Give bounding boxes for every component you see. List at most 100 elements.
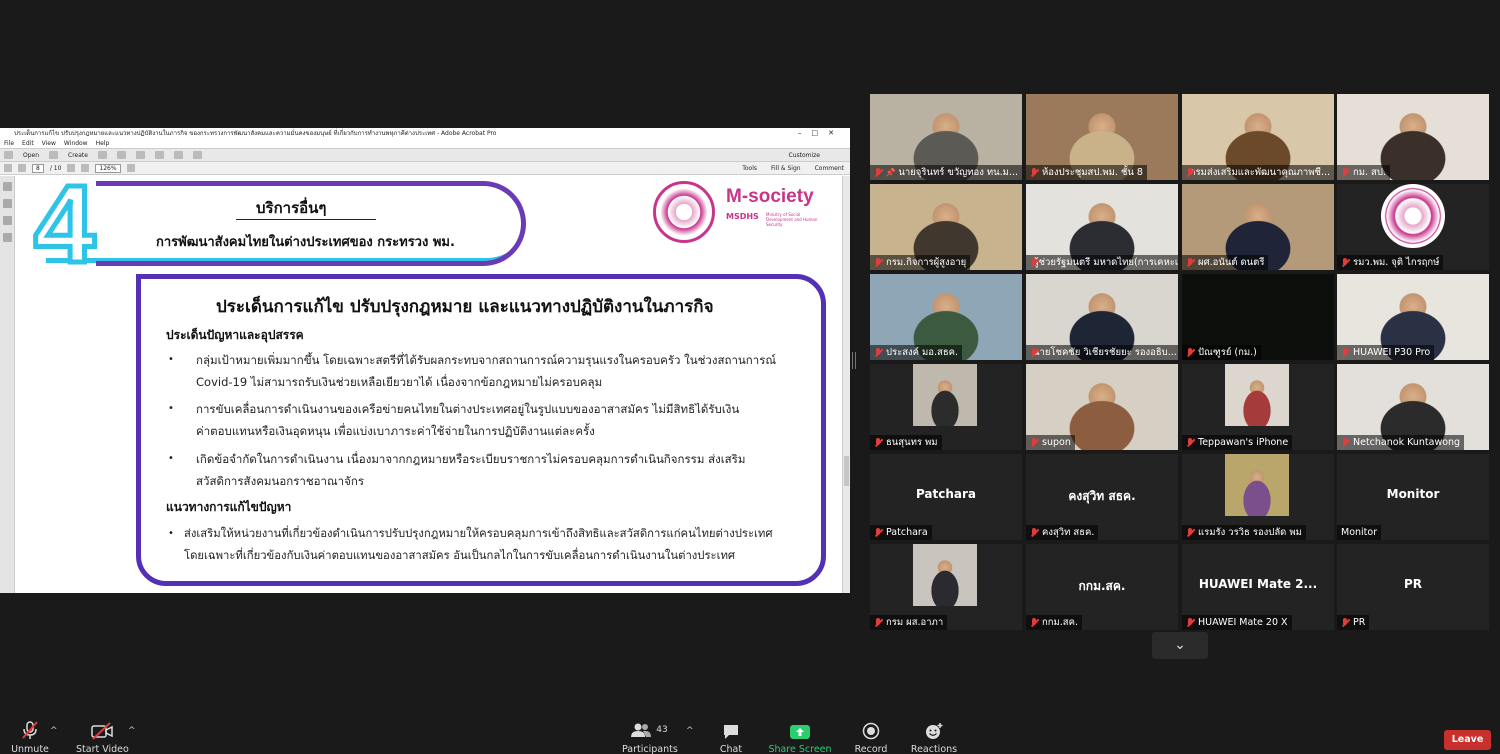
participant-name-label: รมว.พม. จุติ ไกรฤกษ์ <box>1337 255 1444 270</box>
participant-tile[interactable]: ธนสุนทร พม <box>870 364 1022 450</box>
participant-name: PR <box>1353 617 1366 628</box>
section-solutions-title: แนวทางการแก้ไขปัญหา <box>166 500 292 514</box>
ministry-seal-avatar <box>1381 184 1445 248</box>
customize-dropdown[interactable]: Customize <box>789 152 821 159</box>
participants-caret-icon[interactable]: ^ <box>686 726 694 736</box>
bookmarks-icon[interactable] <box>2 199 12 208</box>
settings-icon[interactable] <box>154 151 164 159</box>
participant-tile[interactable]: กกม.สค. กกม.สค. <box>1026 544 1178 630</box>
participant-name-label: Teppawan's iPhone <box>1182 435 1293 450</box>
menu-help[interactable]: Help <box>96 139 110 148</box>
fit-page-icon[interactable] <box>126 164 135 172</box>
participants-button[interactable]: 43 Participants <box>622 720 678 754</box>
participant-tile[interactable]: กรม.กิจการผู้สูงอายุ <box>870 184 1022 270</box>
participant-tile[interactable]: รมว.พม. จุติ ไกรฤกษ์ <box>1337 184 1489 270</box>
participant-name-label: กกม.สค. <box>1026 615 1082 630</box>
page-total: / 10 <box>49 164 62 172</box>
slide-number: 4 <box>31 176 97 286</box>
participant-tile[interactable]: supon <box>1026 364 1178 450</box>
save-icon[interactable] <box>97 151 107 159</box>
zoom-meeting-window: ประเด็นการแก้ไข ปรับปรุงกฎหมายและแนวทางป… <box>0 0 1500 754</box>
reactions-button[interactable]: Reactions <box>910 720 958 754</box>
participant-tile[interactable]: ห้องประชุมสป.พม. ชั้น 8 <box>1026 94 1178 180</box>
participant-tile[interactable]: Monitor Monitor <box>1337 454 1489 540</box>
create-icon[interactable] <box>49 151 59 159</box>
participant-video <box>913 364 977 426</box>
create-button[interactable]: Create <box>68 152 88 159</box>
tools-tab[interactable]: Tools <box>742 165 757 172</box>
stamp-icon[interactable] <box>192 151 202 159</box>
attachments-icon[interactable] <box>2 216 12 225</box>
print-icon[interactable] <box>116 151 126 159</box>
participant-tile[interactable]: แรมรัง วรวิธ รองปลัด พม <box>1182 454 1334 540</box>
zoom-out-icon[interactable] <box>67 164 76 172</box>
video-options-caret-icon[interactable]: ^ <box>128 726 136 736</box>
scrollbar-thumb[interactable] <box>844 456 849 486</box>
unmute-button[interactable]: Unmute <box>8 720 52 754</box>
participant-tile[interactable]: ปัณฑูรย์ (กม.) <box>1182 274 1334 360</box>
bullet-line: Covid-19 ไม่สามารถรับเงินช่วยเหลือเยียวย… <box>196 375 603 389</box>
signatures-icon[interactable] <box>2 233 12 242</box>
participant-tile[interactable]: กรมส่งเสริมและพัฒนาคุณภาพชี... <box>1182 94 1334 180</box>
header-subtitle: การพัฒนาสังคมไทยในต่างประเทศของ กระทรวง … <box>156 235 455 250</box>
participant-tile[interactable]: ผู้ช่วยรัฐมนตรี มหาดไทย(การเคหะแห่... <box>1026 184 1178 270</box>
participant-name-label: ห้องประชุมสป.พม. ชั้น 8 <box>1026 165 1147 180</box>
fill-sign-tab[interactable]: Fill & Sign <box>771 165 801 172</box>
audio-options-caret-icon[interactable]: ^ <box>50 726 58 736</box>
mic-muted-icon <box>874 347 883 358</box>
section-problems-title: ประเด็นปัญหาและอุปสรรค <box>166 328 304 342</box>
comment-icon[interactable] <box>173 151 183 159</box>
menu-file[interactable]: File <box>4 139 14 148</box>
vertical-scrollbar[interactable] <box>842 176 850 593</box>
open-folder-icon[interactable] <box>4 151 13 159</box>
header-title: บริการอื่นๆ <box>256 199 327 217</box>
reactions-icon <box>926 723 943 739</box>
participant-tile[interactable]: HUAWEI Mate 2... HUAWEI Mate 20 X <box>1182 544 1334 630</box>
participant-tile[interactable]: คงสุวิท สธค. คงสุวิท สธค. <box>1026 454 1178 540</box>
participant-name-label: PR <box>1337 615 1370 630</box>
zoom-in-icon[interactable] <box>81 164 90 172</box>
bullet-dot: • <box>168 528 174 539</box>
record-button[interactable]: Record <box>850 720 892 754</box>
share-screen-button[interactable]: Share Screen <box>768 720 832 754</box>
split-view-divider[interactable] <box>852 352 856 369</box>
open-button[interactable]: Open <box>23 152 39 159</box>
participant-tile[interactable]: 📌 นายจุรินทร์ ขวัญทอง ทน.ม... <box>870 94 1022 180</box>
window-controls[interactable]: –□✕ <box>798 128 844 139</box>
menu-edit[interactable]: Edit <box>22 139 34 148</box>
email-icon[interactable] <box>135 151 145 159</box>
participant-display-name: Monitor <box>1386 487 1440 501</box>
chat-button[interactable]: Chat <box>712 720 750 754</box>
participant-tile[interactable]: Patchara Patchara <box>870 454 1022 540</box>
next-page-icon[interactable] <box>18 164 26 172</box>
zoom-input[interactable]: 126% <box>95 163 121 173</box>
participant-tile[interactable]: กม. สป. <box>1337 94 1489 180</box>
participant-tile[interactable]: Teppawan's iPhone <box>1182 364 1334 450</box>
comment-tab[interactable]: Comment <box>815 165 844 172</box>
participant-tile[interactable]: นายโชคชัย วิเชียรชัยยะ รองอธิบ... <box>1026 274 1178 360</box>
page-number-input[interactable]: 8 <box>32 163 44 173</box>
participant-display-name: กกม.สค. <box>1078 579 1126 593</box>
participant-name: นายจุรินทร์ ขวัญทอง ทน.ม... <box>898 167 1018 178</box>
participant-tile[interactable]: HUAWEI P30 Pro <box>1337 274 1489 360</box>
participant-name: Monitor <box>1341 527 1378 538</box>
share-screen-label: Share Screen <box>768 744 832 754</box>
participant-tile[interactable]: กรม ผส.อาภา <box>870 544 1022 630</box>
participant-tile[interactable]: ประสงค์ มอ.สธค. <box>870 274 1022 360</box>
acrobat-title: ประเด็นการแก้ไข ปรับปรุงกฎหมายและแนวทางป… <box>14 130 497 137</box>
mic-muted-icon <box>874 617 883 628</box>
prev-page-icon[interactable] <box>4 164 12 172</box>
record-icon <box>862 722 880 740</box>
participant-name-label: คงสุวิท สธค. <box>1026 525 1099 540</box>
start-video-button[interactable]: Start Video <box>76 720 129 754</box>
participant-tile[interactable]: PR PR <box>1337 544 1489 630</box>
participant-tile[interactable]: Netchanok Kuntawong <box>1337 364 1489 450</box>
participant-name-label: Patchara <box>870 525 932 540</box>
mic-muted-icon <box>1186 527 1195 538</box>
gallery-next-page-button[interactable]: ⌄ <box>1152 632 1208 659</box>
menu-view[interactable]: View <box>42 139 56 148</box>
thumbnails-icon[interactable] <box>2 182 12 191</box>
leave-button[interactable]: Leave <box>1444 730 1491 750</box>
menu-window[interactable]: Window <box>64 139 88 148</box>
participant-tile[interactable]: ผศ.อนันต์ ดนตรี <box>1182 184 1334 270</box>
